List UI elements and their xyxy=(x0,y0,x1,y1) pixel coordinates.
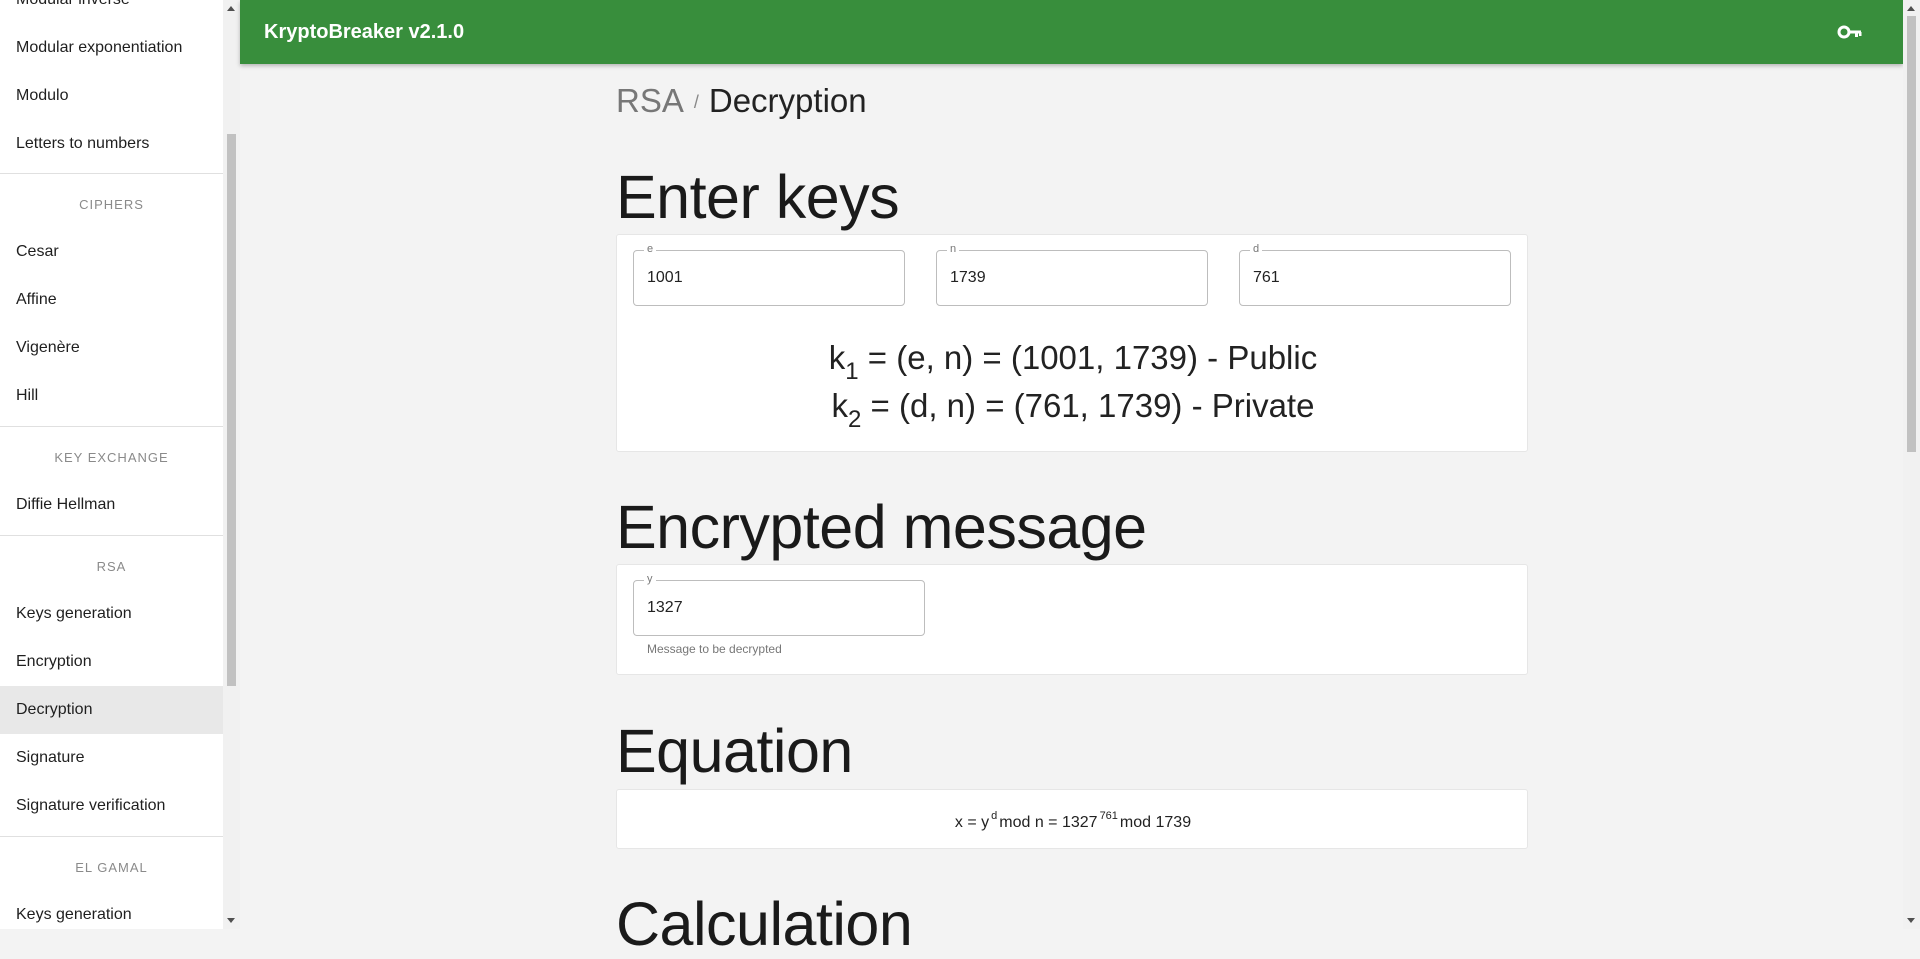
sidebar-scrollbar-thumb[interactable] xyxy=(227,134,236,686)
encrypted-message-card: y Message to be decrypted xyxy=(616,564,1528,675)
e-field[interactable]: e xyxy=(633,243,905,306)
equation-part3: mod 1739 xyxy=(1119,814,1192,831)
keys-card: e n d k1 = (e, n) = (1001, 1739) - Publi… xyxy=(616,234,1528,452)
breadcrumb-current: Decryption xyxy=(708,82,867,119)
sidebar-item-hill[interactable]: Hill xyxy=(0,372,223,420)
sidebar-item-vigenere[interactable]: Vigenère xyxy=(0,324,223,372)
k2-base: k xyxy=(831,387,849,424)
equation-part2: mod n = 1327 xyxy=(999,814,1098,831)
sidebar-item-modular-inverse[interactable]: Modular inverse xyxy=(0,0,223,24)
public-key-line: k1 = (e, n) = (1001, 1739) - Public xyxy=(617,339,1529,386)
n-field[interactable]: n xyxy=(936,243,1208,306)
sidebar-item-rsa-decryption[interactable]: Decryption xyxy=(0,686,223,734)
d-field[interactable]: d xyxy=(1239,243,1511,306)
app-bar: KryptoBreaker v2.1.0 xyxy=(240,0,1903,64)
equation-text: x = y d mod n = 1327 761 mod 1739 xyxy=(617,810,1529,832)
private-key-line: k2 = (d, n) = (761, 1739) - Private xyxy=(617,387,1529,434)
scroll-down-arrow-icon[interactable] xyxy=(1907,918,1915,923)
k2-subscript: 2 xyxy=(848,406,862,433)
equation-title: Equation xyxy=(616,717,853,785)
key-icon[interactable] xyxy=(1837,20,1865,44)
y-field[interactable]: y xyxy=(633,573,925,636)
equation-card: x = y d mod n = 1327 761 mod 1739 xyxy=(616,789,1528,849)
scroll-down-arrow-icon[interactable] xyxy=(227,918,235,923)
sidebar: Modular inverse Modular exponentiation M… xyxy=(0,0,223,929)
sidebar-header-el-gamal: EL GAMAL xyxy=(75,860,148,875)
sidebar-header-rsa: RSA xyxy=(96,559,127,574)
sidebar-item-rsa-signature-verification[interactable]: Signature verification xyxy=(0,782,223,830)
sidebar-item-diffie-hellman[interactable]: Diffie Hellman xyxy=(0,481,223,529)
sidebar-item-letters-to-numbers[interactable]: Letters to numbers xyxy=(0,120,223,168)
sidebar-header-ciphers: CIPHERS xyxy=(79,197,144,212)
sidebar-item-cesar[interactable]: Cesar xyxy=(0,228,223,276)
app-title: KryptoBreaker v2.1.0 xyxy=(264,21,465,43)
sidebar-item-elgamal-keys-generation[interactable]: Keys generation xyxy=(0,891,223,929)
y-input[interactable] xyxy=(647,581,911,635)
sidebar-header-key-exchange: KEY EXCHANGE xyxy=(54,450,169,465)
d-input[interactable] xyxy=(1253,251,1497,305)
calculation-title: Calculation xyxy=(616,890,913,958)
enter-keys-title: Enter keys xyxy=(616,163,900,231)
breadcrumb: RSA / Decryption xyxy=(616,82,867,120)
y-field-hint: Message to be decrypted xyxy=(647,642,782,656)
e-input[interactable] xyxy=(647,251,891,305)
k2-text: = (d, n) = (761, 1739) - Private xyxy=(861,387,1315,424)
breadcrumb-root[interactable]: RSA xyxy=(616,82,684,119)
k1-subscript: 1 xyxy=(845,358,859,385)
equation-sup-d: d xyxy=(991,810,998,822)
equation-part1: x = y xyxy=(954,814,990,831)
sidebar-item-affine[interactable]: Affine xyxy=(0,276,223,324)
k1-text: = (e, n) = (1001, 1739) - Public xyxy=(858,339,1318,376)
scroll-up-arrow-icon[interactable] xyxy=(1907,6,1915,11)
sidebar-item-modular-exponentiation[interactable]: Modular exponentiation xyxy=(0,24,223,72)
page-scrollbar[interactable] xyxy=(1903,0,1920,929)
sidebar-scrollbar[interactable] xyxy=(223,0,240,929)
sidebar-item-rsa-encryption[interactable]: Encryption xyxy=(0,638,223,686)
sidebar-item-rsa-keys-generation[interactable]: Keys generation xyxy=(0,590,223,638)
sidebar-item-modulo[interactable]: Modulo xyxy=(0,72,223,120)
breadcrumb-separator: / xyxy=(693,92,699,112)
sidebar-item-rsa-signature[interactable]: Signature xyxy=(0,734,223,782)
k1-base: k xyxy=(828,339,846,376)
encrypted-message-title: Encrypted message xyxy=(616,493,1147,561)
page-scrollbar-thumb[interactable] xyxy=(1907,16,1916,452)
n-input[interactable] xyxy=(950,251,1194,305)
equation-sup-exponent: 761 xyxy=(1099,810,1118,822)
scroll-up-arrow-icon[interactable] xyxy=(227,6,235,11)
